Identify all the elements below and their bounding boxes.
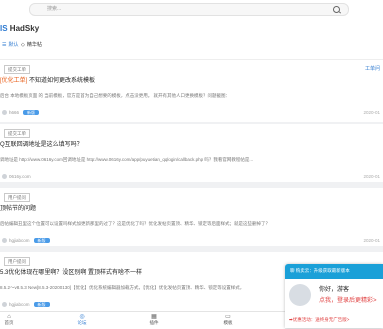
post-excerpt: 后台 本地模板页面 的 当前模板，官方是首为自己想要的模板，点击没更用。 就开有… xyxy=(0,93,230,98)
post-author[interactable]: hgjiabcom xyxy=(9,238,30,243)
status-badge: 新版 xyxy=(33,302,50,308)
post-date: 2020-01 xyxy=(363,110,380,115)
avatar xyxy=(289,284,311,306)
tab-default[interactable]: ☰ 默认 xyxy=(2,41,19,49)
tab-default-label: 默认 xyxy=(8,42,19,48)
nav-item-label: 论坛 xyxy=(77,320,87,325)
post-card[interactable]: 提交工单 工单问 [优化工单] 不知道如何更改系统模板 后台 本地模板页面 的 … xyxy=(0,60,383,122)
tab-featured[interactable]: ◇ 精华帖 xyxy=(21,41,42,49)
post-title-highlight: [优化工单] xyxy=(0,78,28,84)
nav-item-plugins[interactable]: ▦ 插件 xyxy=(139,312,169,329)
post-topright-label[interactable]: 工单问 xyxy=(365,65,380,72)
post-title[interactable]: 顶帖节的问题 xyxy=(0,205,36,213)
tab-featured-label: 精华帖 xyxy=(26,42,42,48)
avatar[interactable] xyxy=(2,174,7,180)
site-title-prefix: IS xyxy=(0,24,8,33)
post-excerpt: 8.5.2～v8.5.3 New[8.5.3-20200130]【优化】优化系统… xyxy=(0,285,245,290)
promo-link[interactable]: ➡优惠活动：送终身无广告版> xyxy=(289,317,349,323)
post-card[interactable]: 提交工单 Q互联回调地址是这么填写吗？ 调地址是 http://www.0616… xyxy=(0,124,383,182)
post-excerpt: 后帖编辑丑里这个位置可以设置吗样式加更新那里的过了？这是优化了吗？优化发帖页置顶… xyxy=(0,221,270,226)
post-title[interactable]: [优化工单] 不知道如何更改系统模板 xyxy=(0,77,95,85)
post-author[interactable]: hgjiabcom xyxy=(9,302,30,307)
search-input[interactable]: 搜索... xyxy=(29,3,349,16)
post-meta: 0616y.com xyxy=(0,173,31,180)
top-search-bar: 搜索... xyxy=(0,0,383,17)
post-card[interactable]: 用户提问 顶帖节的问题 后帖编辑丑里这个位置可以设置吗样式加更新那里的过了？这是… xyxy=(0,188,383,246)
post-tag[interactable]: 提交工单 xyxy=(4,129,30,138)
post-title[interactable]: Q互联回调地址是这么填写吗？ xyxy=(0,141,83,149)
avatar[interactable] xyxy=(2,302,7,308)
nav-item-label: 首页 xyxy=(4,320,14,325)
avatar[interactable] xyxy=(2,238,7,244)
list-icon: ☰ xyxy=(2,42,7,48)
post-tag[interactable]: 提交工单 xyxy=(4,65,30,74)
nav-item-label: 插件 xyxy=(149,320,159,325)
post-author[interactable]: h666 xyxy=(9,110,19,115)
chat-header[interactable]: 聊 购卖云：升级获取最新版本 xyxy=(285,264,383,279)
diamond-icon: ◇ xyxy=(21,42,25,48)
nav-item-templates[interactable]: ▭ 模板 xyxy=(213,312,243,329)
post-meta: h666 新版 xyxy=(0,109,40,116)
nav-item-home[interactable]: ⌂ 首页 xyxy=(0,312,24,329)
site-header: IS HadSky ☰ 默认 ◇ 精华帖 xyxy=(0,17,383,60)
search-placeholder: 搜索... xyxy=(47,6,62,12)
status-badge: 新版 xyxy=(33,238,50,244)
login-link[interactable]: 点我，登录后更精彩> xyxy=(319,295,377,304)
chat-header-text: 聊 购卖云：升级获取最新版本 xyxy=(290,268,350,273)
chat-greeting: 你好，游客 xyxy=(319,287,350,293)
post-title[interactable]: 5.3优化体现在哪里啊？没区别啊 置顶样式有啥不一样 xyxy=(0,269,142,277)
post-meta: hgjiabcom 新版 xyxy=(0,301,50,308)
post-excerpt: 调地址是 http://www.0616y.com回调地址是 http://ww… xyxy=(0,157,254,162)
bottom-nav: ⌂ 首页 ◎ 论坛 ▦ 插件 ▭ 模板 xyxy=(0,311,285,329)
post-date: 2020-01 xyxy=(363,174,380,179)
post-tag[interactable]: 用户提问 xyxy=(4,193,30,202)
site-title[interactable]: IS HadSky xyxy=(0,24,39,33)
chat-widget[interactable]: 聊 购卖云：升级获取最新版本 你好，游客 点我，登录后更精彩> ➡优惠活动：送终… xyxy=(285,264,383,328)
nav-item-forum[interactable]: ◎ 论坛 xyxy=(67,312,97,329)
status-badge: 新版 xyxy=(23,110,40,116)
avatar[interactable] xyxy=(2,110,7,116)
post-author[interactable]: 0616y.com xyxy=(9,174,31,179)
post-title-text: 不知道如何更改系统模板 xyxy=(29,78,96,84)
nav-item-label: 模板 xyxy=(223,320,233,325)
site-title-text: HadSky xyxy=(9,24,40,33)
post-date: 2020-01 xyxy=(363,238,380,243)
post-tag[interactable]: 用户提问 xyxy=(4,257,30,266)
search-icon[interactable] xyxy=(333,6,340,13)
post-meta: hgjiabcom 新版 xyxy=(0,237,50,244)
